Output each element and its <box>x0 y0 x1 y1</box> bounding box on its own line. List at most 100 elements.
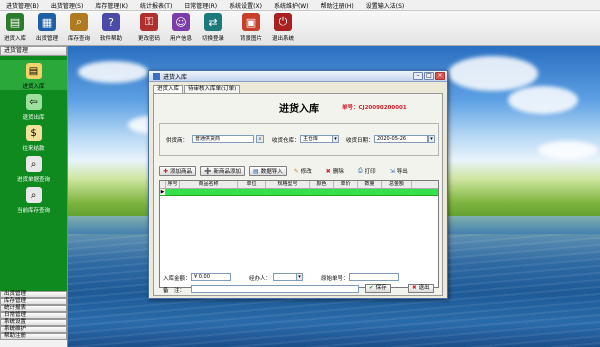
action-icon: ⇲ <box>389 167 395 175</box>
document-number: 单号：CJ20090200001 <box>342 105 407 111</box>
nav-item-label: 当前库存查询 <box>16 208 50 214</box>
exit-button[interactable]: ✖ 退出 <box>408 284 434 293</box>
minimize-button[interactable]: – <box>413 72 423 80</box>
nav-group-header[interactable]: 统计报表 <box>0 305 67 312</box>
table-cell[interactable] <box>310 189 334 195</box>
nav-item[interactable]: ⌕ 进货单据查询 <box>0 153 67 183</box>
column-header[interactable]: 数量 <box>358 181 382 188</box>
date-field[interactable]: 2020-05-26 <box>374 135 428 143</box>
nav-group-header[interactable]: 出货管理 <box>0 291 67 298</box>
handler-label: 经办人： <box>249 276 272 282</box>
column-header[interactable]: 单价 <box>334 181 358 188</box>
toolbar-button[interactable]: ▣ 背景图片 <box>236 11 266 46</box>
action-label: 导出 <box>396 169 408 175</box>
nav-group-header[interactable]: 日常管理 <box>0 312 67 319</box>
menu-item[interactable]: 出货管理(S) <box>45 1 90 10</box>
menu-item[interactable]: 帮助注册(H) <box>315 1 360 10</box>
action-button[interactable]: ✖ 删除 <box>323 166 347 176</box>
action-icon: ✖ <box>325 167 331 175</box>
toolbar-button[interactable]: ☺ 用户信息 <box>166 11 196 46</box>
window-title: 进货入库 <box>163 73 188 81</box>
table-cell[interactable] <box>266 189 310 195</box>
nav-item[interactable]: ▤ 进货入库 <box>0 60 67 90</box>
action-button[interactable]: ➕ 新商品添加 <box>200 166 246 176</box>
menu-item[interactable]: 进货管理(B) <box>0 1 45 10</box>
toolbar-button[interactable]: ? 软件帮助 <box>96 11 126 46</box>
menu-item[interactable]: 库存管理(K) <box>89 1 134 10</box>
toolbar-button[interactable]: ⏻ 退出系统 <box>268 11 298 46</box>
toolbar-button[interactable]: ⇄ 切换登录 <box>198 11 228 46</box>
menu-item[interactable]: 系统维护(W) <box>268 1 315 10</box>
tab-inbound[interactable]: 进货入库 <box>153 85 184 93</box>
nav-item-label: 进货单据查询 <box>16 177 50 183</box>
handler-dropdown-icon[interactable]: ▾ <box>296 273 303 281</box>
action-button[interactable]: ✎ 修改 <box>291 166 315 176</box>
menu-item[interactable]: 统计报表(T) <box>134 1 178 10</box>
column-header[interactable]: 颜色 <box>310 181 334 188</box>
supplier-lookup-button[interactable]: ⌕ <box>256 135 264 143</box>
menu-item[interactable]: 日常管理(R) <box>178 1 223 10</box>
menu-item[interactable]: 系统设置(X) <box>223 1 268 10</box>
action-icon: ✎ <box>293 167 299 175</box>
user-icon: ☺ <box>172 13 190 31</box>
action-label: 数据导入 <box>260 169 283 175</box>
wallpaper-icon: ▣ <box>242 13 260 31</box>
action-button[interactable]: ⇲ 导出 <box>387 166 411 176</box>
toolbar-button[interactable]: ⚿ 更改密码 <box>134 11 164 46</box>
inbound-form-panel: 进货入库 单号：CJ20090200001 供货商： 普通供货商 ⌕ 收货仓库：… <box>153 93 443 296</box>
remark-field[interactable] <box>191 285 359 293</box>
nav-group-header[interactable]: 库存管理 <box>0 298 67 305</box>
action-icon: ➕ <box>204 167 212 175</box>
inbound-icon: ▤ <box>6 13 24 31</box>
original-ref-field[interactable] <box>349 273 399 281</box>
nav-item-label: 往来结款 <box>22 146 45 152</box>
exit-icon: ⏻ <box>274 13 292 31</box>
column-header[interactable]: 单位 <box>238 181 266 188</box>
table-row[interactable]: ▶ <box>160 189 438 196</box>
nav-group-header[interactable]: 帮助注册 <box>0 333 67 340</box>
tab-pending-orders[interactable]: 待审核入库单(订单) <box>184 85 241 93</box>
action-button[interactable]: ✚ 添加商品 <box>159 166 197 176</box>
warehouse-dropdown-icon[interactable]: ▾ <box>332 135 339 143</box>
close-button[interactable]: × <box>435 72 445 80</box>
outbound-icon: ▦ <box>38 13 56 31</box>
menu-item[interactable]: 设置输入法(S) <box>360 1 411 10</box>
grid-header: 序号 商品名称 单位 规格型号 颜色 单价 数量 总金额 <box>160 181 438 189</box>
toolbar-button-label: 出货管理 <box>35 36 58 42</box>
inbound-icon: ▤ <box>25 63 42 79</box>
table-cell[interactable] <box>358 189 382 195</box>
return-icon: ⇦ <box>25 94 42 110</box>
amount-field[interactable]: ¥ 0.00 <box>191 273 231 281</box>
table-cell[interactable] <box>238 189 266 195</box>
nav-item-label: 进货入库 <box>22 84 45 90</box>
toolbar-button[interactable]: ▤ 进货入库 <box>0 11 30 46</box>
nav-item[interactable]: ⌕ 当前库存查询 <box>0 184 67 214</box>
table-cell[interactable] <box>166 189 180 195</box>
table-cell[interactable] <box>180 189 238 195</box>
action-button[interactable]: ⎙ 打印 <box>355 166 379 176</box>
action-label: 添加商品 <box>170 169 193 175</box>
table-cell[interactable] <box>334 189 358 195</box>
table-cell[interactable] <box>382 189 412 195</box>
nav-group-header[interactable]: 进货管理 <box>0 46 67 56</box>
supplier-field[interactable]: 普通供货商 <box>192 135 254 143</box>
toolbar-button[interactable]: ▦ 出货管理 <box>32 11 62 46</box>
toolbar-button[interactable]: ⌕ 库存查询 <box>64 11 94 46</box>
window-titlebar[interactable]: 进货入库 – □ × <box>149 71 447 82</box>
date-picker-icon[interactable]: ▾ <box>428 135 435 143</box>
column-header[interactable]: 总金额 <box>382 181 412 188</box>
toolbar-button-label: 退出系统 <box>271 36 294 42</box>
nav-group-header[interactable]: 系统设置 <box>0 319 67 326</box>
column-header[interactable]: 商品名称 <box>180 181 238 188</box>
toolbar-button-label: 背景图片 <box>239 36 262 42</box>
maximize-button[interactable]: □ <box>424 72 434 80</box>
nav-item[interactable]: $ 往来结款 <box>0 122 67 152</box>
nav-group-content: ▤ 进货入库 ⇦ 退货出库 $ 往来结款 ⌕ 进货单据查询 ⌕ 当前库存查询 <box>0 56 67 291</box>
save-button[interactable]: ✔ 保存 <box>365 284 391 293</box>
column-header[interactable]: 序号 <box>166 181 180 188</box>
inbound-window: 进货入库 – □ × 进货入库 待审核入库单(订单) 进货入库 单号：CJ200… <box>148 70 448 299</box>
nav-group-header[interactable]: 系统维护 <box>0 326 67 333</box>
action-button[interactable]: ▤ 数据导入 <box>249 166 287 176</box>
column-header[interactable]: 规格型号 <box>266 181 310 188</box>
nav-item[interactable]: ⇦ 退货出库 <box>0 91 67 121</box>
